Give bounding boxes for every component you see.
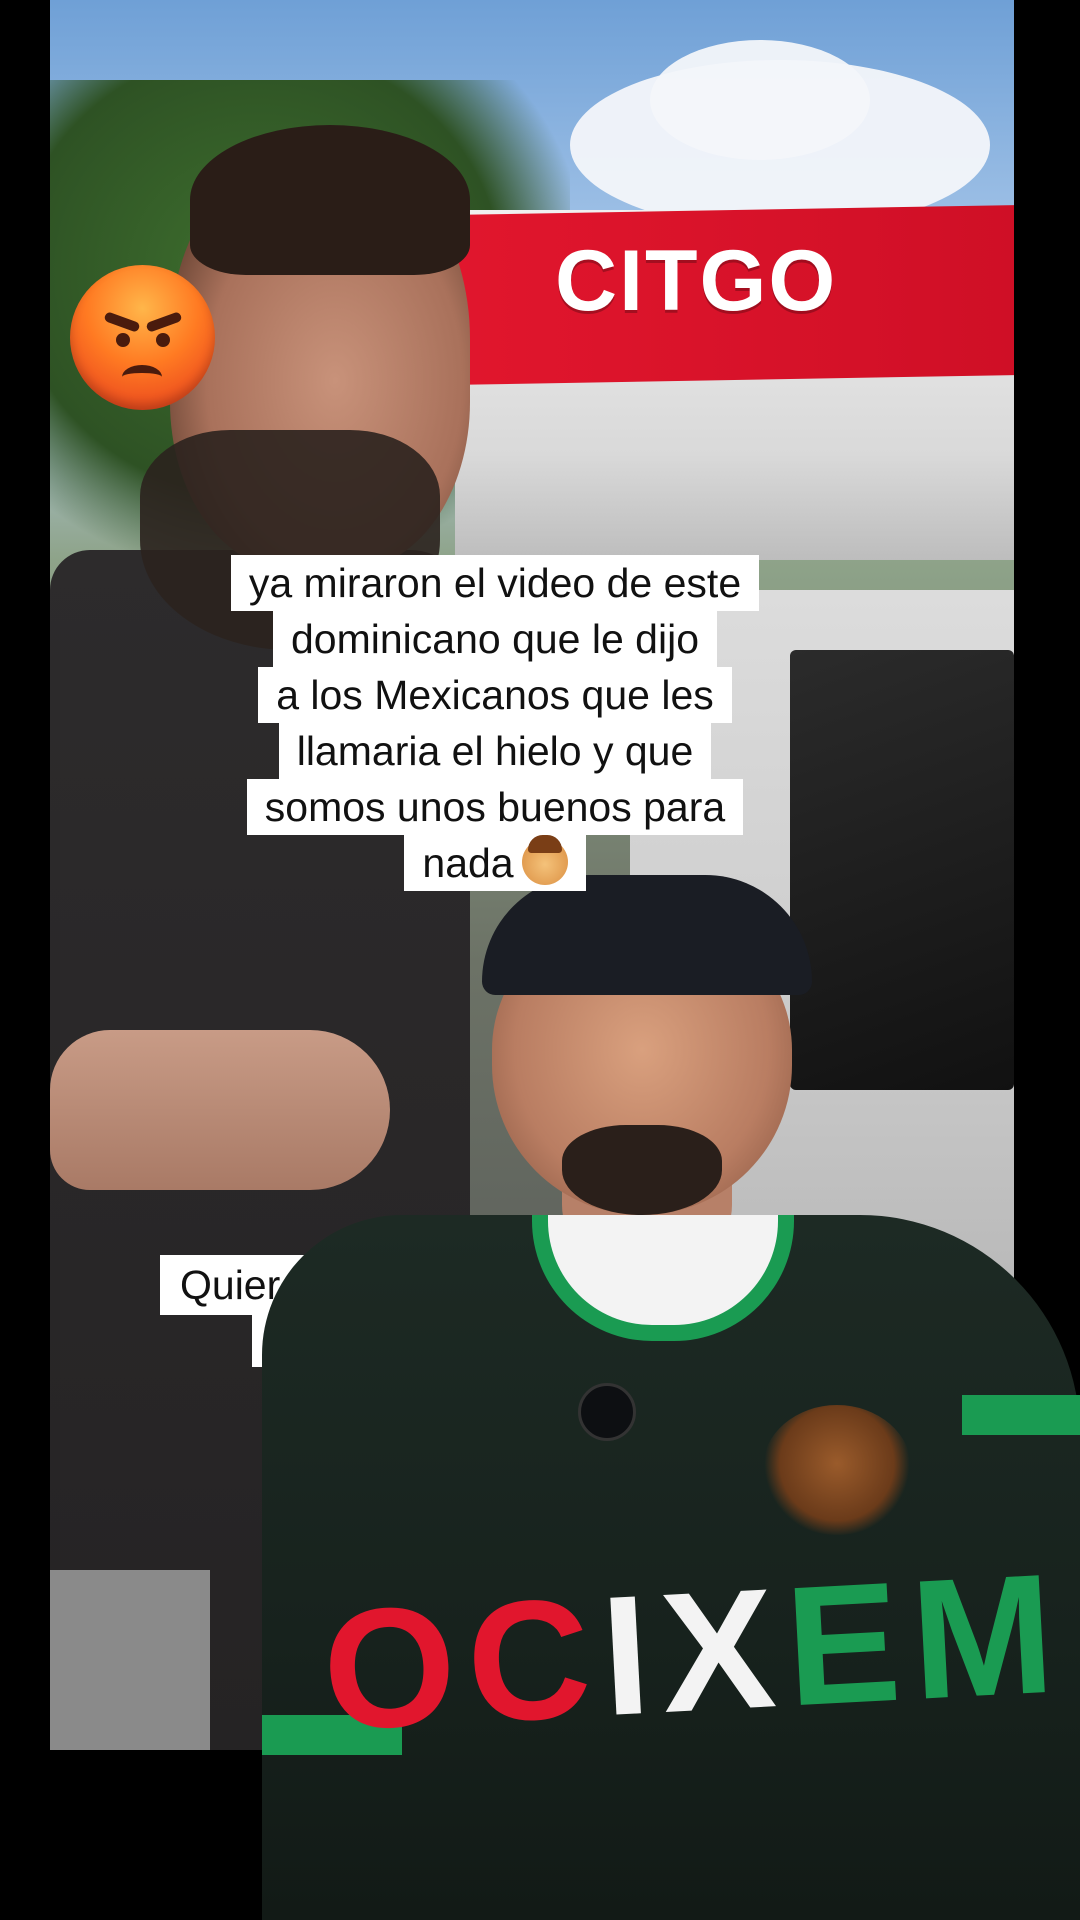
foreground-presenter: O C I X E M xyxy=(262,875,1080,1920)
caption-line-last: nada xyxy=(404,835,586,891)
cloud xyxy=(650,40,870,160)
caption-block: ya miraron el video de este dominicano q… xyxy=(170,555,820,891)
lapel-mic-icon xyxy=(578,1383,636,1441)
angry-face-emoji-icon xyxy=(70,265,215,410)
mexico-crest-icon xyxy=(762,1405,912,1535)
caption-last-word: nada xyxy=(422,840,514,886)
gas-station-logo-text: CITGO xyxy=(555,233,838,329)
person-facepalming-emoji-icon xyxy=(521,835,568,885)
caption-line: somos unos buenos para xyxy=(246,779,744,835)
background-man-pants xyxy=(50,1570,210,1750)
background-man-hair xyxy=(190,125,470,275)
video-frame: CITGO Quiere ser do O xyxy=(0,0,1080,1920)
caption-line: ya miraron el video de este xyxy=(230,555,760,611)
caption-line: llamaria el hielo y que xyxy=(278,723,712,779)
presenter-cap xyxy=(482,875,812,995)
jersey-sleeve-band xyxy=(962,1395,1080,1435)
caption-line: dominicano que le dijo xyxy=(273,611,717,667)
presenter-goatee xyxy=(562,1125,722,1215)
caption-line: a los Mexicanos que les xyxy=(258,667,732,723)
